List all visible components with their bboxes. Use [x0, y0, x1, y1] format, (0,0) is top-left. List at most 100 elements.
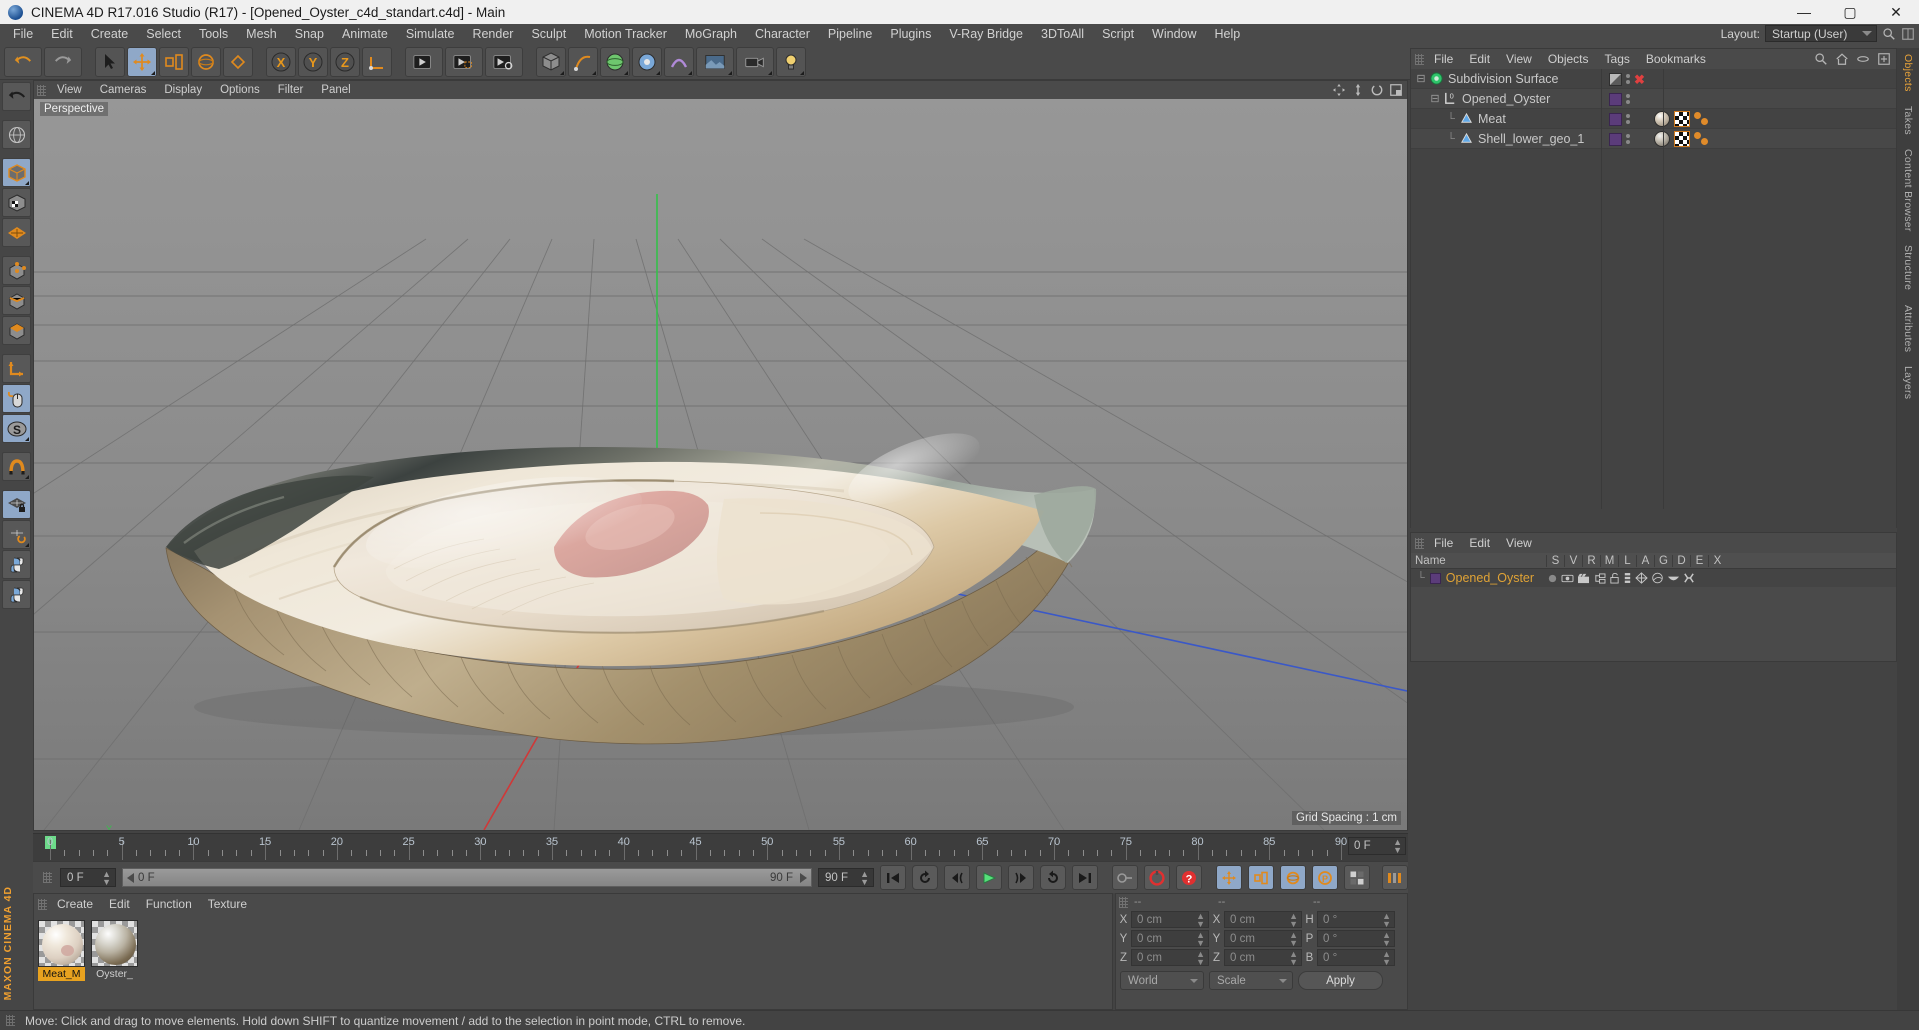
layer-swatch-purple[interactable] [1609, 92, 1622, 106]
position-x-input[interactable]: 0 cm ▲ ▼ [1131, 911, 1209, 928]
time-scrubber[interactable]: 0 F 90 F [122, 868, 812, 887]
material-tag-meat[interactable] [1654, 111, 1670, 127]
menu-item-motion-tracker[interactable]: Motion Tracker [575, 24, 676, 44]
spinner-icon[interactable]: ▲ ▼ [860, 869, 869, 886]
uvw-tag-icon[interactable] [1674, 111, 1690, 127]
spinner-icon[interactable]: ▲ ▼ [1196, 949, 1205, 966]
clapper-icon[interactable] [1577, 573, 1590, 584]
render-settings-button[interactable] [485, 46, 523, 77]
spinner-icon[interactable]: ▲ ▼ [102, 869, 111, 886]
keyframe-selection-button[interactable] [1382, 865, 1408, 890]
coordinate-system-dropdown[interactable]: World [1120, 971, 1204, 990]
current-frame-input[interactable]: 0 F ▲ ▼ [60, 868, 116, 887]
move-button[interactable] [127, 46, 157, 77]
disable-x-icon[interactable]: ✖ [1634, 73, 1645, 86]
render-region-button[interactable] [445, 46, 483, 77]
object-menu-tags[interactable]: Tags [1597, 52, 1638, 66]
unlock-icon[interactable] [1609, 572, 1620, 584]
visibility-dots-icon[interactable] [1626, 114, 1630, 124]
rotation-p-input[interactable]: 0 ° ▲ ▼ [1317, 930, 1395, 947]
x-axis-button[interactable]: X [266, 46, 296, 77]
material-swatch-area[interactable]: Meat_M Oyster_ [34, 914, 1112, 981]
python-tool-1-button[interactable] [2, 550, 31, 579]
live-selection-button[interactable] [95, 46, 125, 77]
next-key-button[interactable] [1040, 865, 1066, 890]
column-header-m[interactable]: M [1600, 554, 1618, 567]
expand-toggle-icon[interactable]: ⊟ [1429, 92, 1441, 105]
world-coord-button[interactable] [362, 46, 392, 77]
material-label[interactable]: Oyster_ [91, 967, 138, 981]
menu-item-file[interactable]: File [4, 24, 42, 44]
scrub-right-arrow-icon[interactable] [800, 872, 807, 883]
layer-row-opened-oyster[interactable]: └ Opened_Oyster [1411, 569, 1896, 587]
size-mode-dropdown[interactable]: Scale [1209, 971, 1293, 990]
phong-tag-icon[interactable] [1694, 131, 1710, 147]
viewport-menu-filter[interactable]: Filter [269, 84, 313, 96]
menu-item-render[interactable]: Render [463, 24, 522, 44]
search-icon[interactable] [1882, 27, 1896, 41]
menu-item-script[interactable]: Script [1093, 24, 1143, 44]
spinner-icon[interactable]: ▲ ▼ [1196, 930, 1205, 947]
record-pla-button[interactable] [1344, 865, 1370, 890]
spinner-icon[interactable]: ▲ ▼ [1382, 911, 1391, 928]
python-tool-2-button[interactable] [2, 580, 31, 609]
edge-mode-tool-button[interactable] [2, 286, 31, 315]
search-icon[interactable] [1814, 52, 1828, 66]
layer-color-swatch[interactable] [1429, 572, 1441, 584]
workplane-lock-tool-button[interactable] [2, 490, 31, 519]
apply-button[interactable]: Apply [1298, 971, 1383, 990]
tab-content-browser[interactable]: Content Browser [1902, 149, 1914, 232]
drag-handle-icon[interactable] [6, 1015, 15, 1026]
y-axis-button[interactable]: Y [298, 46, 328, 77]
menu-item-window[interactable]: Window [1143, 24, 1205, 44]
scrub-left-arrow-icon[interactable] [127, 872, 134, 883]
make-editable-tool-button[interactable] [2, 120, 31, 149]
undo-button[interactable] [4, 46, 42, 77]
maximize-view-icon[interactable] [1389, 83, 1403, 97]
viewport-menu-cameras[interactable]: Cameras [91, 84, 156, 96]
hierarchy-icon[interactable] [1593, 572, 1606, 584]
object-row-meat[interactable]: └ Meat [1411, 109, 1896, 129]
object-menu-objects[interactable]: Objects [1540, 52, 1597, 66]
record-button[interactable] [1144, 865, 1170, 890]
deform-icon[interactable] [1635, 572, 1648, 584]
shade-icon[interactable] [1651, 572, 1664, 584]
timeline-ruler[interactable]: 0 5 10 15 20 25 30 35 40 45 50 55 60 65 70 75 80 85 90 [45, 834, 1347, 862]
camera-button[interactable] [736, 46, 774, 77]
tab-structure[interactable]: Structure [1902, 245, 1914, 290]
size-y-input[interactable]: 0 cm ▲ ▼ [1224, 930, 1302, 947]
record-param-button[interactable]: P [1312, 865, 1338, 890]
material-menu-create[interactable]: Create [49, 897, 101, 911]
position-z-input[interactable]: 0 cm ▲ ▼ [1131, 949, 1209, 966]
tab-takes[interactable]: Takes [1902, 106, 1914, 135]
object-menu-edit[interactable]: Edit [1461, 52, 1498, 66]
bone-icon[interactable] [1683, 572, 1695, 584]
enable-axis-tool-button[interactable]: S [2, 414, 31, 443]
column-header-r[interactable]: R [1582, 554, 1600, 567]
column-header-a[interactable]: A [1636, 554, 1654, 567]
column-header-l[interactable]: L [1618, 554, 1636, 567]
layer-menu-view[interactable]: View [1498, 536, 1540, 550]
menu-item-pipeline[interactable]: Pipeline [819, 24, 881, 44]
axis-mode-tool-button[interactable] [2, 354, 31, 383]
viewport-menu-panel[interactable]: Panel [312, 84, 359, 96]
visibility-dots-icon[interactable] [1626, 94, 1630, 104]
layer-swatch-purple[interactable] [1609, 112, 1622, 126]
object-menu-file[interactable]: File [1426, 52, 1461, 66]
expand-toggle-icon[interactable]: ⊟ [1415, 72, 1427, 85]
column-header-e[interactable]: E [1690, 554, 1708, 567]
object-tree[interactable]: ⊟ Subdivision Surface ✖ ⊟ 0 Opened_Oyste… [1411, 69, 1896, 529]
drag-handle-icon[interactable] [37, 84, 46, 96]
menu-item-create[interactable]: Create [82, 24, 138, 44]
workplane-rotate-tool-button[interactable] [2, 520, 31, 549]
texture-mode-tool-button[interactable] [2, 188, 31, 217]
tab-objects[interactable]: Objects [1902, 54, 1914, 92]
column-header-d[interactable]: D [1672, 554, 1690, 567]
zoom-view-icon[interactable] [1351, 83, 1365, 97]
visibility-dots-icon[interactable] [1626, 134, 1630, 144]
spinner-icon[interactable]: ▲ ▼ [1289, 911, 1298, 928]
help-button[interactable]: ? [1176, 865, 1202, 890]
viewport-menu-view[interactable]: View [48, 84, 91, 96]
drag-handle-icon[interactable] [38, 898, 47, 910]
cap-icon[interactable] [1667, 573, 1680, 584]
